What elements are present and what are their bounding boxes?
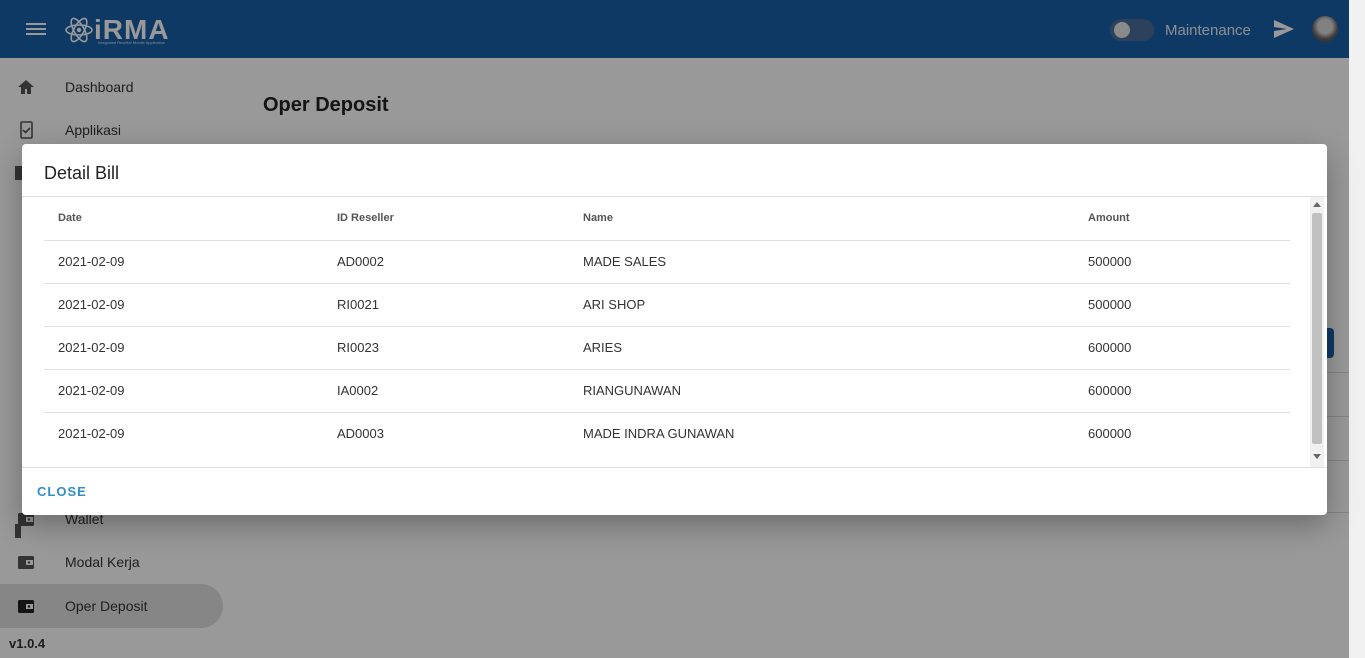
cell-amount: 500000 [1088,297,1132,312]
column-header-id-reseller[interactable]: ID Reseller [337,197,394,240]
table-row[interactable]: 2021-02-09 RI0021 ARI SHOP 500000 [44,283,1290,327]
cell-date: 2021-02-09 [58,426,125,441]
scroll-up-icon[interactable] [1313,202,1321,207]
cell-name: MADE SALES [583,254,667,269]
scroll-thumb[interactable] [1312,213,1322,444]
close-button[interactable]: CLOSE [37,484,87,499]
cell-name: MADE INDRA GUNAWAN [583,426,735,441]
divider [22,467,1327,468]
cell-date: 2021-02-09 [58,297,125,312]
cell-id-reseller: RI0023 [337,340,379,355]
page-scrollbar[interactable] [1349,0,1365,658]
table-row[interactable]: 2021-02-09 RI0023 ARIES 600000 [44,326,1290,370]
cell-id-reseller: IA0002 [337,383,379,398]
table-row[interactable]: 2021-02-09 AD0003 MADE INDRA GUNAWAN 600… [44,412,1290,455]
table-row[interactable]: 2021-02-09 AD0002 MADE SALES 500000 [44,240,1290,284]
cell-name: RIANGUNAWAN [583,383,681,398]
cell-date: 2021-02-09 [58,254,125,269]
column-header-amount[interactable]: Amount [1088,197,1130,240]
cell-amount: 500000 [1088,254,1132,269]
column-header-date[interactable]: Date [58,197,82,240]
table-row[interactable]: 2021-02-09 IA0002 RIANGUNAWAN 600000 [44,369,1290,413]
cell-date: 2021-02-09 [58,340,125,355]
cell-id-reseller: AD0003 [337,426,384,441]
bill-table: Date ID Reseller Name Amount 2021-02-09 … [44,197,1290,467]
table-header: Date ID Reseller Name Amount [44,197,1290,241]
cell-amount: 600000 [1088,426,1132,441]
cell-name: ARI SHOP [583,297,646,312]
dialog-title: Detail Bill [44,163,120,183]
cell-id-reseller: RI0021 [337,297,379,312]
cell-amount: 600000 [1088,383,1132,398]
detail-bill-dialog: Detail Bill Date ID Reseller Name Amount… [22,144,1327,515]
column-header-name[interactable]: Name [583,197,613,240]
cell-amount: 600000 [1088,340,1132,355]
scroll-down-icon[interactable] [1313,454,1321,459]
cell-name: ARIES [583,340,623,355]
cell-id-reseller: AD0002 [337,254,384,269]
cell-date: 2021-02-09 [58,383,125,398]
table-scrollbar[interactable] [1310,197,1324,467]
